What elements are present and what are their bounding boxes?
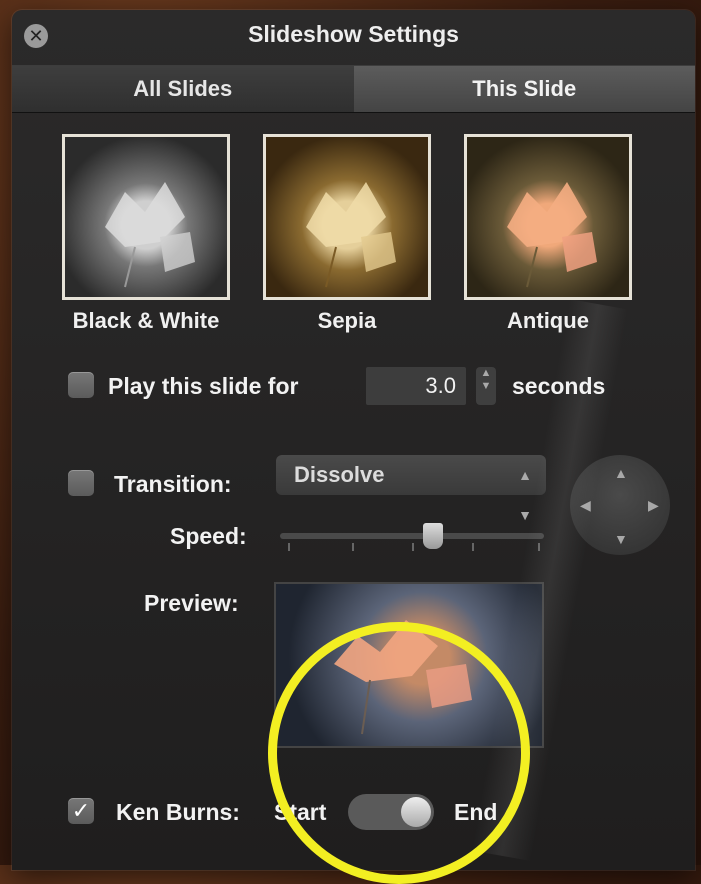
yellow-annotation-circle: [268, 622, 530, 884]
ken-burns-checkbox[interactable]: ✓: [68, 798, 94, 824]
effect-sepia[interactable]: Sepia: [257, 134, 437, 334]
checkmark-icon: ✓: [71, 798, 91, 823]
transition-checkbox[interactable]: [68, 470, 94, 496]
speed-slider-knob[interactable]: [423, 523, 444, 549]
effect-black-white[interactable]: Black & White: [56, 134, 236, 334]
transition-value: Dissolve: [294, 462, 385, 487]
slider-tick: [288, 543, 290, 551]
tab-bar: All Slides This Slide: [12, 65, 695, 113]
leaf-image-bw: [105, 182, 195, 288]
arrow-up-icon[interactable]: ▲: [614, 465, 628, 481]
play-duration-label: Play this slide for: [108, 373, 299, 399]
duration-input[interactable]: 3.0: [366, 367, 466, 405]
slider-tick: [412, 543, 414, 551]
play-duration-checkbox[interactable]: [68, 372, 94, 398]
leaf-image-antique: [507, 182, 597, 288]
window-title: Slideshow Settings: [248, 20, 459, 47]
antique-thumbnail[interactable]: [464, 134, 632, 300]
leaf-image-sepia: [306, 182, 396, 288]
arrow-down-icon[interactable]: ▼: [614, 531, 628, 547]
stepper-icon[interactable]: ▲ ▼: [476, 367, 496, 405]
speed-label: Speed:: [170, 523, 247, 549]
arrow-right-icon[interactable]: ▶: [648, 497, 659, 514]
effect-label: Sepia: [317, 308, 377, 333]
transition-label: Transition:: [114, 471, 232, 497]
black-white-thumbnail[interactable]: [62, 134, 230, 300]
sepia-thumbnail[interactable]: [263, 134, 431, 300]
effect-label: Black & White: [72, 308, 220, 333]
tab-all-slides[interactable]: All Slides: [12, 66, 354, 112]
slider-tick: [472, 543, 474, 551]
ken-burns-label: Ken Burns:: [116, 799, 240, 825]
transition-select[interactable]: Dissolve ▲ ▼: [276, 455, 546, 523]
effect-antique[interactable]: Antique: [458, 134, 638, 334]
tab-this-slide[interactable]: This Slide: [353, 66, 695, 112]
speed-slider[interactable]: [280, 533, 544, 539]
slider-tick: [352, 543, 354, 551]
preview-label: Preview:: [144, 590, 239, 616]
